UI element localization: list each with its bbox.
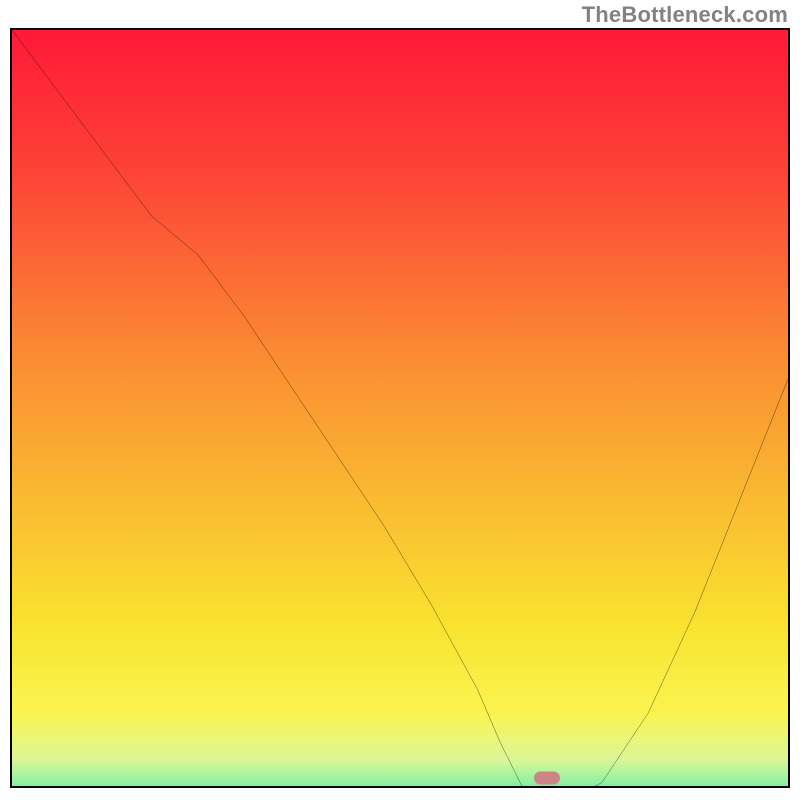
chart-background-gradient <box>12 30 788 788</box>
optimal-marker <box>534 772 560 785</box>
watermark-text: TheBottleneck.com <box>582 2 788 28</box>
chart-plot-area <box>10 28 790 788</box>
